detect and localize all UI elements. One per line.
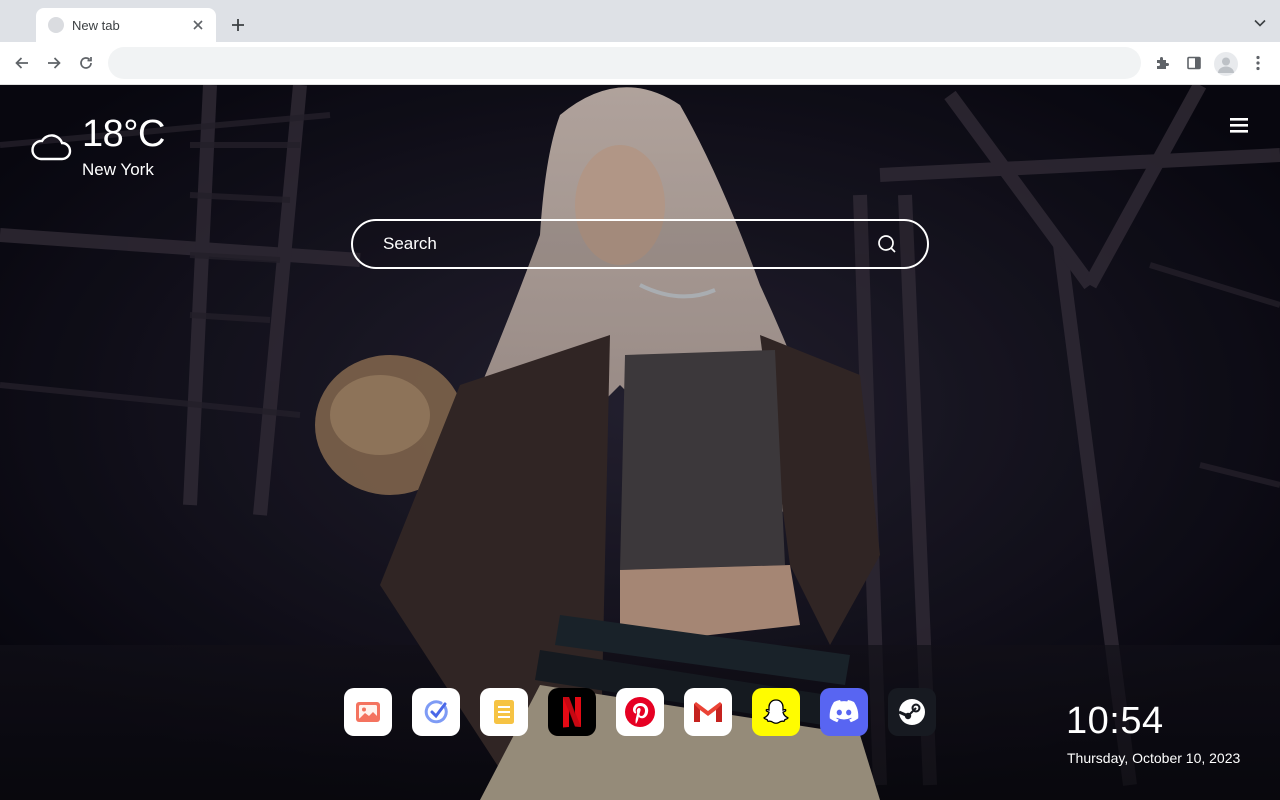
- app-gallery[interactable]: [344, 688, 392, 736]
- hamburger-icon: [1230, 118, 1248, 133]
- gmail-icon: [694, 702, 722, 722]
- app-notes[interactable]: [480, 688, 528, 736]
- search-icon[interactable]: [877, 234, 897, 254]
- tab-favicon-icon: [48, 17, 64, 33]
- search-box: [351, 219, 929, 269]
- more-icon: [1256, 55, 1260, 71]
- new-tab-page: 18°C New York Search 10:54 Thursday, Oct…: [0, 85, 1280, 800]
- notes-icon: [494, 700, 514, 724]
- close-icon[interactable]: [190, 17, 206, 33]
- tab-strip: New tab: [0, 0, 1280, 42]
- profile-button[interactable]: [1214, 52, 1238, 76]
- app-netflix[interactable]: [548, 688, 596, 736]
- address-bar[interactable]: [108, 47, 1141, 79]
- todo-check-icon: [424, 700, 448, 724]
- netflix-icon: [563, 697, 581, 728]
- weather-city: New York: [82, 160, 154, 179]
- chevron-down-icon: [1254, 19, 1266, 27]
- gallery-icon: [356, 702, 380, 722]
- discord-icon: [829, 700, 859, 723]
- more-menu-button[interactable]: [1247, 52, 1269, 74]
- back-button[interactable]: [11, 52, 33, 74]
- steam-icon: [898, 699, 925, 725]
- snapchat-icon: [763, 699, 789, 724]
- profile-icon: [1218, 57, 1234, 73]
- clock-time: 10:54: [1066, 700, 1164, 742]
- extensions-button[interactable]: [1151, 52, 1173, 74]
- pinterest-icon: [625, 697, 655, 727]
- app-steam[interactable]: [888, 688, 936, 736]
- app-todo[interactable]: [412, 688, 460, 736]
- new-tab-button[interactable]: [226, 13, 250, 37]
- forward-icon: [48, 57, 61, 69]
- forward-button[interactable]: [43, 52, 65, 74]
- tab-search-button[interactable]: [1252, 15, 1268, 31]
- app-snapchat[interactable]: [752, 688, 800, 736]
- back-icon: [15, 57, 28, 69]
- app-discord[interactable]: [820, 688, 868, 736]
- extensions-icon: [1157, 57, 1169, 69]
- browser-toolbar: [0, 42, 1280, 85]
- menu-button[interactable]: [1228, 115, 1250, 135]
- app-dock: [344, 688, 936, 736]
- plus-icon: [232, 19, 244, 31]
- clock-date: Thursday, October 10, 2023: [1067, 750, 1241, 766]
- app-gmail[interactable]: [684, 688, 732, 736]
- side-panel-icon: [1187, 56, 1201, 70]
- cloud-icon: [31, 134, 72, 161]
- side-panel-button[interactable]: [1183, 52, 1205, 74]
- tab-title: New tab: [72, 17, 120, 33]
- weather-temperature: 18°C: [82, 113, 165, 155]
- app-pinterest[interactable]: [616, 688, 664, 736]
- tab-new-tab[interactable]: New tab: [36, 8, 216, 42]
- reload-button[interactable]: [75, 52, 97, 74]
- search-input[interactable]: [383, 221, 863, 267]
- reload-icon: [80, 57, 92, 69]
